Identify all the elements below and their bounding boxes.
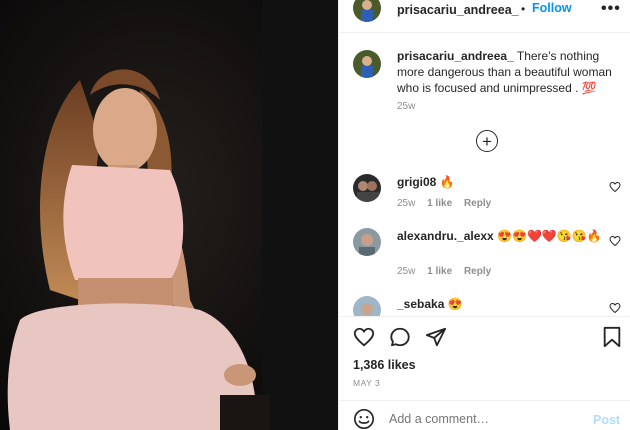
heart-icon[interactable] (609, 181, 621, 193)
more-options-icon[interactable]: ••• (601, 0, 621, 18)
emoji-smiley-icon[interactable] (353, 408, 375, 430)
action-bar (353, 326, 623, 350)
comment-username[interactable]: grigi08 (397, 175, 436, 189)
comment-text: 🔥 (439, 175, 455, 189)
comment-meta: 25w 1 like Reply (397, 198, 500, 209)
add-comment-bar: Post (339, 402, 630, 430)
caption-text: prisacariu_andreea_ There's nothing more… (397, 48, 629, 96)
post-date[interactable]: MAY 3 (353, 378, 380, 388)
comment-avatar[interactable] (353, 174, 381, 202)
share-paper-plane-icon[interactable] (425, 326, 447, 348)
comment-body: grigi08 🔥 (397, 174, 607, 191)
divider (339, 32, 630, 33)
caption-username[interactable]: prisacariu_andreea_ (397, 49, 514, 63)
post-photo-image (0, 0, 338, 430)
comment-avatar[interactable] (353, 228, 381, 256)
comment-username[interactable]: _sebaka (397, 297, 444, 311)
comment-meta: 25w 1 like Reply (397, 266, 500, 277)
comment-bubble-icon[interactable] (389, 326, 411, 348)
reply-button[interactable]: Reply (464, 198, 491, 209)
heart-icon[interactable] (609, 302, 621, 314)
author-avatar[interactable] (353, 0, 381, 22)
author-username[interactable]: prisacariu_andreea_ (397, 3, 519, 17)
comment-timestamp[interactable]: 25w (397, 198, 415, 209)
caption-timestamp[interactable]: 25w (397, 101, 415, 112)
load-more-comments-button[interactable]: + (476, 130, 498, 152)
post-side-panel: prisacariu_andreea_ • Follow ••• prisaca… (338, 0, 630, 430)
comment-item: _sebaka 😍 (353, 296, 623, 316)
comment-body: _sebaka 😍 (397, 296, 607, 313)
comment-body: alexandru._alexx 😍😍❤️❤️😘😘🔥 (397, 228, 607, 245)
plus-circle-icon: + (482, 131, 492, 151)
likes-count[interactable]: 1,386 likes (353, 358, 416, 372)
reply-button[interactable]: Reply (464, 266, 491, 277)
comment-text: 😍 (447, 297, 463, 311)
bookmark-icon[interactable] (602, 326, 622, 348)
comment-avatar[interactable] (353, 296, 381, 316)
post-comment-button[interactable]: Post (593, 413, 620, 427)
comment-text: 😍😍❤️❤️😘😘🔥 (497, 229, 602, 243)
heart-icon[interactable] (609, 235, 621, 247)
post-header: prisacariu_andreea_ • Follow ••• (339, 0, 630, 22)
comment-like-count[interactable]: 1 like (427, 198, 452, 209)
separator-dot: • (521, 2, 526, 16)
like-heart-icon[interactable] (353, 326, 375, 348)
comment-like-count[interactable]: 1 like (427, 266, 452, 277)
caption-avatar[interactable] (353, 50, 381, 78)
comment-input[interactable] (389, 412, 569, 426)
comment-timestamp[interactable]: 25w (397, 266, 415, 277)
divider (339, 400, 630, 401)
post-photo[interactable] (0, 0, 338, 430)
divider (339, 316, 630, 317)
follow-button[interactable]: Follow (532, 1, 572, 15)
comment-username[interactable]: alexandru._alexx (397, 229, 494, 243)
